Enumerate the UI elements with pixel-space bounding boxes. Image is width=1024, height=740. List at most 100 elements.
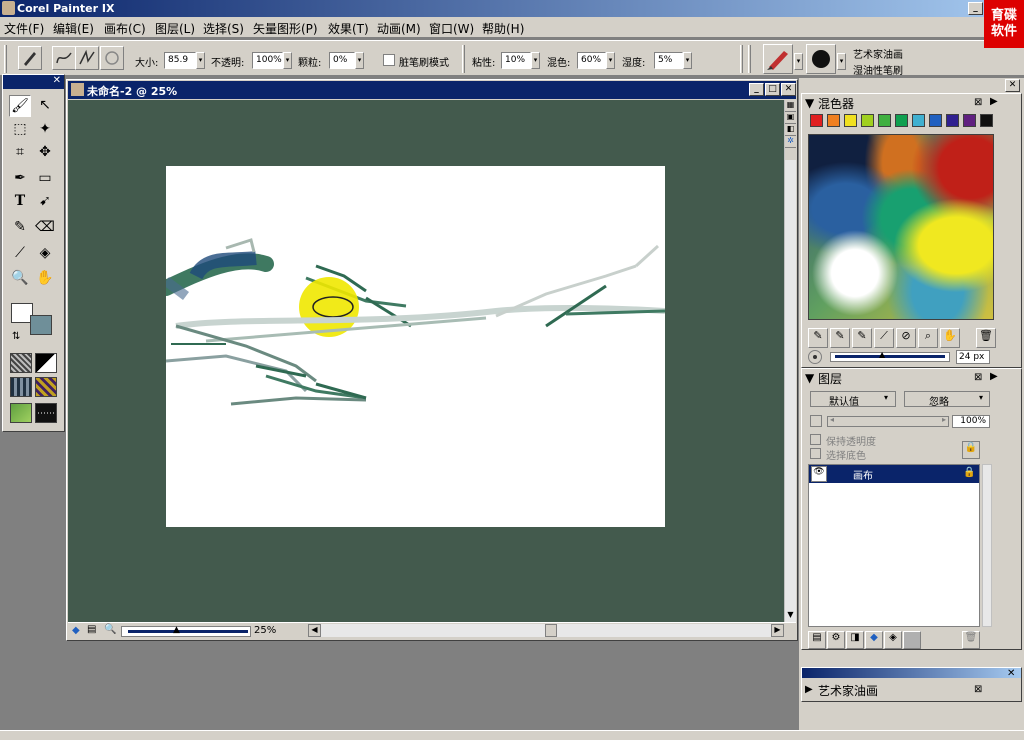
swatch-green[interactable] bbox=[878, 114, 891, 127]
apply-color-icon[interactable]: ✎ bbox=[830, 328, 850, 348]
additional-color-swatch[interactable] bbox=[30, 315, 52, 335]
composite-depth-select[interactable]: 忽略 bbox=[904, 391, 990, 408]
doc-minimize-button[interactable]: _ bbox=[749, 83, 764, 96]
pan-icon[interactable]: ✋ bbox=[940, 328, 960, 348]
brush-tool[interactable]: 🖌 bbox=[9, 95, 31, 117]
zoom-slider-thumb[interactable]: ▲ bbox=[173, 625, 180, 635]
weaving-selector-icon[interactable] bbox=[35, 377, 57, 397]
stroke-type-freehand-icon[interactable] bbox=[52, 46, 76, 70]
dirty-brush-icon[interactable]: ✎ bbox=[808, 328, 828, 348]
dropper-tool[interactable]: ⟋ bbox=[9, 243, 31, 265]
new-group-icon[interactable]: ◈ bbox=[884, 631, 902, 649]
size-spinner[interactable]: ▾ bbox=[196, 52, 205, 69]
horizontal-scroll-thumb[interactable] bbox=[545, 624, 557, 637]
artist-oils-panel-close[interactable]: ✕ bbox=[1007, 668, 1015, 679]
size-input[interactable]: 85.9 bbox=[164, 52, 196, 69]
menu-window[interactable]: 窗口(W) bbox=[429, 20, 474, 37]
layer-row-canvas[interactable]: 👁 画布 🔒 bbox=[809, 465, 979, 483]
pattern-selector-icon[interactable] bbox=[10, 377, 32, 397]
menu-effects[interactable]: 效果(T) bbox=[328, 20, 369, 37]
scroll-left-arrow[interactable]: ◀ bbox=[308, 624, 321, 637]
blend-spinner[interactable]: ▾ bbox=[606, 52, 615, 69]
grid-view-icon[interactable]: ▦ bbox=[785, 100, 796, 112]
brush-category-label[interactable]: 艺术家油画 bbox=[853, 46, 903, 61]
look-selector-icon[interactable] bbox=[35, 403, 57, 423]
doc-maximize-button[interactable]: □ bbox=[765, 83, 780, 96]
opacity-input[interactable]: 100% bbox=[252, 52, 283, 69]
viscosity-spinner[interactable]: ▾ bbox=[531, 52, 540, 69]
artist-oils-header-strip[interactable] bbox=[802, 668, 1021, 678]
paper-selector-icon[interactable] bbox=[10, 353, 32, 373]
grain-spinner[interactable]: ▾ bbox=[355, 52, 364, 69]
pick-up-underlying-checkbox[interactable] bbox=[810, 448, 821, 459]
transform-tool[interactable]: ✥ bbox=[34, 142, 56, 164]
toolbar-grip[interactable] bbox=[4, 45, 7, 73]
gradient-selector-icon[interactable] bbox=[35, 353, 57, 373]
layers-menu-icon[interactable]: ▶ bbox=[990, 371, 998, 382]
menu-edit[interactable]: 编辑(E) bbox=[53, 20, 94, 37]
document-titlebar[interactable]: 未命名-2 @ 25% _ □ ✕ bbox=[68, 81, 796, 99]
opacity-slider-right-icon[interactable]: ▸ bbox=[942, 415, 946, 424]
view-buttons[interactable]: ▦ ▣ ◧ ✲ bbox=[785, 100, 796, 160]
opacity-slider-left-icon[interactable]: ◂ bbox=[830, 415, 834, 424]
stroke-type-straight-icon[interactable] bbox=[75, 46, 99, 70]
doc-close-button[interactable]: ✕ bbox=[781, 83, 796, 96]
rectangle-shape-tool[interactable]: ▭ bbox=[34, 168, 56, 190]
mixer-size-thumb[interactable]: ▲ bbox=[879, 350, 885, 359]
swatch-yellow[interactable] bbox=[844, 114, 857, 127]
panels-close-button[interactable]: ✕ bbox=[1005, 79, 1020, 92]
menu-file[interactable]: 文件(F) bbox=[4, 20, 44, 37]
color-management-icon[interactable]: ◧ bbox=[785, 124, 796, 136]
tracing-paper-icon[interactable]: ▣ bbox=[785, 112, 796, 124]
menu-help[interactable]: 帮助(H) bbox=[482, 20, 524, 37]
menu-select[interactable]: 选择(S) bbox=[203, 20, 244, 37]
menu-canvas[interactable]: 画布(C) bbox=[104, 20, 146, 37]
mixer-size-value[interactable]: 24 px bbox=[956, 350, 990, 364]
horizontal-scrollbar[interactable] bbox=[321, 624, 771, 637]
layer-opacity-slider[interactable]: ◂ ▸ bbox=[827, 415, 949, 427]
artist-oils-close-icon[interactable]: ⊠ bbox=[974, 684, 982, 695]
scroll-right-arrow[interactable]: ▶ bbox=[771, 624, 784, 637]
swap-colors-icon[interactable]: ⇅ bbox=[12, 331, 20, 342]
delete-layer-trash-icon[interactable]: 🗑 bbox=[962, 631, 980, 649]
cloner-tool[interactable]: ✎ bbox=[9, 217, 31, 239]
composite-method-dropdown-icon[interactable]: ▾ bbox=[884, 393, 888, 402]
nozzle-selector-icon[interactable] bbox=[10, 403, 32, 423]
crop-tool[interactable]: ⌗ bbox=[9, 142, 31, 164]
pen-tool[interactable]: ✒ bbox=[9, 168, 31, 190]
brush-tool-icon[interactable] bbox=[18, 46, 42, 70]
rotate-view-icon[interactable]: ✲ bbox=[785, 136, 796, 148]
mixer-menu-icon[interactable]: ▶ bbox=[990, 96, 998, 107]
artist-oils-expand-icon[interactable]: ▶ bbox=[805, 684, 813, 695]
menu-movie[interactable]: 动画(M) bbox=[377, 20, 421, 37]
magnifier-tool[interactable]: 🔍 bbox=[9, 268, 31, 290]
zoom-icon[interactable]: 🔍 bbox=[104, 624, 116, 635]
preserve-transparency-checkbox[interactable] bbox=[810, 434, 821, 445]
wetness-spinner[interactable]: ▾ bbox=[683, 52, 692, 69]
layers-close-icon[interactable]: ⊠ bbox=[974, 372, 982, 383]
dirty-mode-checkbox[interactable] bbox=[383, 54, 395, 66]
swatch-blue[interactable] bbox=[929, 114, 942, 127]
menu-layers[interactable]: 图层(L) bbox=[155, 20, 195, 37]
canvas-info-icon[interactable]: ◆ bbox=[72, 625, 80, 636]
shape-selection-tool[interactable]: ➹ bbox=[34, 191, 56, 213]
swatch-teal[interactable] bbox=[895, 114, 908, 127]
swatch-orange[interactable] bbox=[827, 114, 840, 127]
opacity-spinner[interactable]: ▾ bbox=[283, 52, 292, 69]
mixer-pad[interactable] bbox=[808, 134, 994, 320]
layer-opacity-value[interactable]: 100% bbox=[952, 415, 990, 428]
toolbar-grip-2[interactable] bbox=[748, 45, 751, 73]
layers-scrollbar[interactable] bbox=[982, 464, 992, 627]
new-mask-icon[interactable] bbox=[903, 631, 921, 649]
text-tool[interactable]: T bbox=[9, 191, 31, 213]
close-icon[interactable]: ✕ bbox=[53, 75, 61, 86]
brush-variant-dropdown[interactable]: ▾ bbox=[837, 53, 846, 70]
swatch-cyan[interactable] bbox=[912, 114, 925, 127]
zoom-slider[interactable]: ▲ bbox=[121, 625, 251, 637]
swatch-red[interactable] bbox=[810, 114, 823, 127]
rect-select-tool[interactable]: ⬚ bbox=[9, 119, 31, 141]
composite-depth-dropdown-icon[interactable]: ▾ bbox=[979, 393, 983, 402]
mixer-size-slider[interactable]: ▲ bbox=[830, 350, 950, 362]
layer-mask-icon[interactable]: ◨ bbox=[846, 631, 864, 649]
lock-layer-icon[interactable]: 🔒 bbox=[962, 441, 980, 459]
